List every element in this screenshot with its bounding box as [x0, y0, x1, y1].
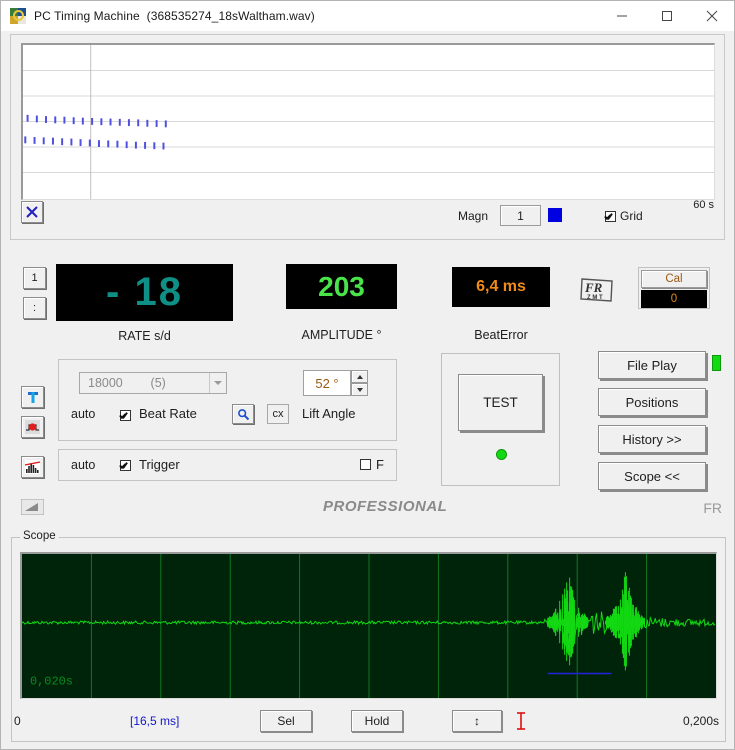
beatrate-checkbox[interactable]	[120, 410, 131, 421]
rate-graph-panel: Magn 1 Grid 60 s	[10, 34, 725, 240]
trigger-checkbox[interactable]	[120, 460, 131, 471]
minimize-button[interactable]	[599, 1, 644, 31]
test-panel: TEST	[441, 353, 560, 486]
file-play-button[interactable]: File Play	[598, 351, 706, 379]
dots-label: :	[32, 302, 37, 314]
f-checkbox[interactable]: F	[360, 457, 384, 472]
amplitude-value: 203	[318, 270, 365, 302]
hold-button[interactable]: Hold	[351, 710, 403, 732]
page-title: PC Timing Machine (368535274_18sWaltham.…	[34, 9, 315, 23]
svg-text:Z M T: Z M T	[587, 295, 603, 301]
liftangle-value[interactable]: 52 °	[303, 370, 351, 396]
beaterror-label: BeatError	[474, 328, 528, 342]
beatrate-value: 18000 (5)	[88, 376, 166, 390]
amplitude-label: AMPLITUDE °	[301, 328, 382, 342]
magnification-label: Magn	[458, 209, 489, 223]
scope-start-time: 0	[14, 714, 21, 728]
scope-screen[interactable]: 0,020s	[20, 552, 717, 699]
fr-label: FR	[703, 500, 722, 516]
spin-down-icon[interactable]	[351, 383, 368, 396]
record-tool-icon[interactable]	[21, 416, 44, 438]
search-icon-button[interactable]	[232, 404, 254, 424]
scope-waveform: 0,020s	[22, 554, 716, 698]
scope-end-time: 0,200s	[682, 714, 719, 728]
trace-color-swatch[interactable]	[548, 208, 562, 222]
beatrate-control-group: 18000 (5) auto Beat Rate cx Lift Angle 5…	[58, 359, 397, 441]
cal-button[interactable]: Cal	[641, 270, 707, 288]
app-icon	[10, 8, 26, 24]
beatrate-auto-label: auto	[71, 407, 96, 421]
trigger-control-group: auto Trigger F	[58, 449, 397, 481]
chevron-down-icon[interactable]	[209, 373, 226, 393]
title-bar: PC Timing Machine (368535274_18sWaltham.…	[1, 1, 734, 31]
f-checkbox-box[interactable]	[360, 459, 372, 470]
cal-value: 0	[641, 290, 707, 308]
scope-group: Scope 0,020s 0 [16,5 ms] Sel Hold ↕ 0,20…	[11, 530, 726, 742]
app-title-text: PC Timing Machine	[34, 9, 140, 23]
beatrate-select[interactable]: 18000 (5)	[79, 372, 227, 394]
scope-selection-ms: [16,5 ms]	[130, 714, 180, 728]
positions-button[interactable]: Positions	[598, 388, 706, 416]
rate-graph-area[interactable]	[21, 43, 715, 200]
magnification-value[interactable]: 1	[500, 205, 541, 226]
cal-panel: Cal 0	[638, 267, 710, 309]
sel-button[interactable]: Sel	[260, 710, 312, 732]
history-button[interactable]: History >>	[598, 425, 706, 453]
scope-toggle-button[interactable]: Scope <<	[598, 462, 706, 490]
rate-label: RATE s/d	[118, 329, 171, 343]
ramp-tool-icon[interactable]	[21, 496, 44, 518]
liftangle-spin-buttons	[351, 370, 368, 396]
close-button[interactable]	[689, 1, 734, 31]
grid-checkbox[interactable]: Grid	[605, 209, 643, 223]
rate-graph-plot	[23, 45, 714, 199]
dots-button[interactable]: :	[23, 297, 46, 319]
app-window: PC Timing Machine (368535274_18sWaltham.…	[0, 0, 735, 750]
f-checkbox-label: F	[376, 457, 384, 472]
file-play-led	[712, 355, 721, 371]
fr-zmt-logo-icon: FR Z M T	[579, 276, 615, 304]
maximize-button[interactable]	[644, 1, 689, 31]
graph-timespan-label: 60 s	[693, 199, 714, 211]
beaterror-value: 6,4 ms	[476, 278, 526, 295]
test-button[interactable]: TEST	[458, 374, 543, 431]
beaterror-display: 6,4 ms	[452, 267, 550, 307]
trigger-label: Trigger	[139, 457, 180, 472]
scope-toolbar: 0 [16,5 ms] Sel Hold ↕ 0,200s	[12, 706, 725, 738]
test-status-led	[496, 449, 507, 460]
counter-button[interactable]: 1	[23, 267, 46, 289]
amplitude-display: 203	[286, 264, 397, 309]
rate-display: - 18	[56, 264, 233, 321]
rate-value: - 18	[106, 270, 183, 314]
svg-text:0,020s: 0,020s	[30, 674, 73, 688]
counter-label: 1	[31, 272, 38, 284]
i-beam-cursor-icon[interactable]	[512, 710, 530, 732]
graph-toolbar: Magn 1 Grid 60 s	[11, 199, 724, 239]
clear-graph-button[interactable]	[21, 201, 43, 223]
grid-checkbox-box[interactable]	[605, 210, 616, 222]
professional-label: PROFESSIONAL	[323, 498, 448, 515]
vertical-scale-button[interactable]: ↕	[452, 710, 502, 732]
liftangle-stepper[interactable]: 52 °	[303, 370, 368, 396]
title-file-name: (368535274_18sWaltham.wav)	[146, 9, 315, 23]
spin-up-icon[interactable]	[351, 370, 368, 383]
grid-checkbox-label: Grid	[620, 209, 643, 223]
scope-group-label: Scope	[20, 530, 59, 542]
histogram-tool-icon[interactable]	[21, 456, 44, 478]
svg-text:FR: FR	[584, 280, 603, 295]
liftangle-label: Lift Angle	[302, 406, 356, 421]
trigger-auto-label: auto	[71, 458, 96, 472]
trigger-tool-icon[interactable]	[21, 386, 44, 408]
beatrate-label: Beat Rate	[139, 406, 197, 421]
cx-button[interactable]: cx	[267, 404, 289, 424]
window-controls	[599, 1, 734, 31]
